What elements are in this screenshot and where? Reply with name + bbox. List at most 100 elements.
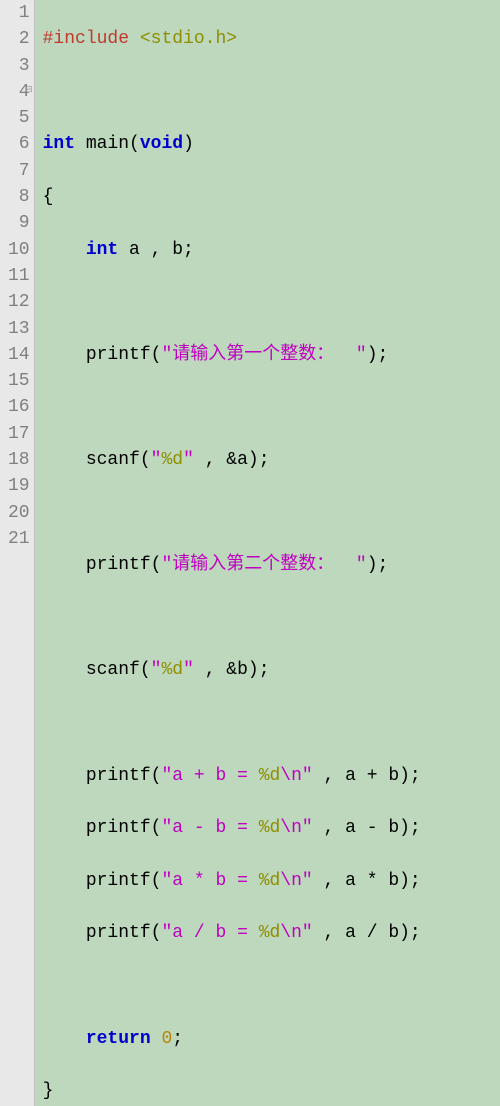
include-header: <stdio.h>: [140, 29, 237, 49]
paren: (: [140, 660, 151, 680]
brace: {: [43, 187, 54, 207]
args: , a + b);: [313, 766, 421, 786]
paren: ): [183, 134, 194, 154]
paren: );: [367, 555, 389, 575]
code-line: [43, 973, 500, 999]
string-literal: a * b =: [172, 871, 258, 891]
code-line: [43, 605, 500, 631]
code-line: int a , b;: [43, 237, 500, 263]
line-number: 4⊟: [0, 79, 34, 105]
space: [151, 1029, 162, 1049]
code-editor: 1 2 3 4⊟ 5 6 7 8 9 10 11 12 13 14 15 16 …: [0, 0, 500, 1106]
function-call: scanf: [86, 660, 140, 680]
string-quote: ": [151, 660, 162, 680]
code-line: }: [43, 1078, 500, 1104]
code-line: printf("a * b = %d\n" , a * b);: [43, 868, 500, 894]
code-line: printf("a - b = %d\n" , a - b);: [43, 815, 500, 841]
keyword: int: [86, 240, 118, 260]
function-call: printf: [86, 345, 151, 365]
identifiers: a , b;: [118, 240, 194, 260]
format-specifier: %d: [259, 766, 281, 786]
function-name: main: [86, 134, 129, 154]
line-number: 18: [0, 447, 34, 473]
paren: (: [151, 555, 162, 575]
function-call: printf: [86, 766, 151, 786]
fold-icon[interactable]: ⊟: [25, 77, 33, 103]
paren: );: [367, 345, 389, 365]
code-line: [43, 289, 500, 315]
code-line: #include <stdio.h>: [43, 26, 500, 52]
line-number: 14: [0, 342, 34, 368]
paren: (: [151, 818, 162, 838]
string-quote: ": [161, 555, 172, 575]
line-number: 1: [0, 0, 34, 26]
line-number: 3: [0, 53, 34, 79]
code-line: scanf("%d" , &b);: [43, 657, 500, 683]
string-quote: ": [151, 450, 162, 470]
keyword: int: [43, 134, 75, 154]
line-number: 16: [0, 394, 34, 420]
escape-sequence: \n: [280, 818, 302, 838]
line-number: 9: [0, 210, 34, 236]
string-quote: ": [161, 766, 172, 786]
line-number: 2: [0, 26, 34, 52]
code-area[interactable]: #include <stdio.h> int main(void) { int …: [35, 0, 500, 1106]
line-number: 12: [0, 289, 34, 315]
code-line: scanf("%d" , &a);: [43, 447, 500, 473]
args: , a - b);: [313, 818, 421, 838]
string-quote: ": [302, 818, 313, 838]
string-literal: a - b =: [172, 818, 258, 838]
escape-sequence: \n: [280, 871, 302, 891]
code-line: [43, 79, 500, 105]
escape-sequence: \n: [280, 766, 302, 786]
line-number: 7: [0, 158, 34, 184]
format-specifier: %d: [161, 450, 183, 470]
args: , &a);: [194, 450, 270, 470]
code-line: [43, 394, 500, 420]
keyword: void: [140, 134, 183, 154]
line-number: 8: [0, 184, 34, 210]
function-call: printf: [86, 818, 151, 838]
string-literal: a / b =: [172, 923, 258, 943]
code-line: return 0;: [43, 1026, 500, 1052]
args: , a / b);: [313, 923, 421, 943]
number: 0: [161, 1029, 172, 1049]
function-call: printf: [86, 871, 151, 891]
line-number: 15: [0, 368, 34, 394]
line-number: 10: [0, 237, 34, 263]
line-number: 6: [0, 131, 34, 157]
paren: (: [151, 766, 162, 786]
line-number-gutter: 1 2 3 4⊟ 5 6 7 8 9 10 11 12 13 14 15 16 …: [0, 0, 35, 1106]
line-number: 20: [0, 500, 34, 526]
args: , a * b);: [313, 871, 421, 891]
string-quote: ": [302, 871, 313, 891]
line-number: 17: [0, 421, 34, 447]
string-quote: ": [183, 660, 194, 680]
function-call: printf: [86, 923, 151, 943]
string-quote: ": [161, 923, 172, 943]
paren: (: [151, 923, 162, 943]
string-quote: ": [183, 450, 194, 470]
string-quote: ": [161, 871, 172, 891]
escape-sequence: \n: [280, 923, 302, 943]
string-literal: 请输入第二个整数：: [172, 555, 356, 575]
code-line: printf("请输入第一个整数： ");: [43, 342, 500, 368]
line-number: 11: [0, 263, 34, 289]
string-quote: ": [161, 818, 172, 838]
string-literal: a + b =: [172, 766, 258, 786]
line-number: 13: [0, 316, 34, 342]
line-number: 19: [0, 473, 34, 499]
function-call: scanf: [86, 450, 140, 470]
code-line: {: [43, 184, 500, 210]
args: , &b);: [194, 660, 270, 680]
code-line: printf("请输入第二个整数： ");: [43, 552, 500, 578]
paren: (: [151, 345, 162, 365]
format-specifier: %d: [259, 871, 281, 891]
paren: (: [129, 134, 140, 154]
preprocessor: #include: [43, 29, 129, 49]
string-literal: 请输入第一个整数：: [172, 345, 356, 365]
string-quote: ": [356, 345, 367, 365]
format-specifier: %d: [259, 818, 281, 838]
keyword: return: [86, 1029, 151, 1049]
line-number: 21: [0, 526, 34, 552]
